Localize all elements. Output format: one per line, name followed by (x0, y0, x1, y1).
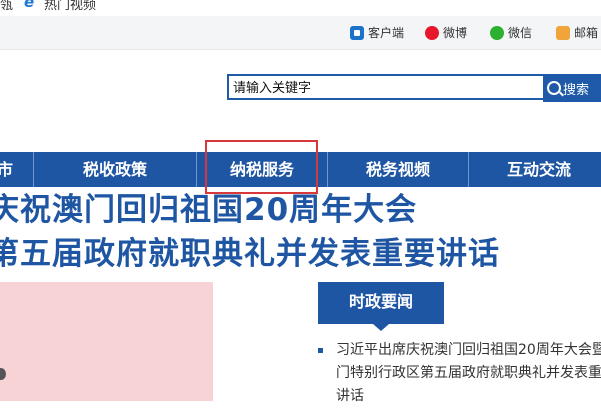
mail-icon (556, 26, 570, 40)
image-figure (0, 368, 6, 380)
search-button[interactable]: 搜索 (543, 74, 601, 102)
search-box (227, 74, 543, 100)
headline-line-1[interactable]: 庆祝澳门回归祖国20周年大会 (0, 192, 601, 228)
news-list-item[interactable]: 习近平出席庆祝澳门回归祖国20周年大会暨澳门特别行政区第五届政府就职典礼并发表重… (318, 339, 601, 408)
highlight-annotation-box (205, 140, 318, 194)
favorite-item-partial[interactable]: 瓴 (0, 0, 13, 13)
mail-label: 邮箱 (574, 26, 599, 40)
favorite-item-hot-video[interactable]: 热门视频 (44, 0, 96, 13)
news-item-text: 习近平出席庆祝澳门回归祖国20周年大会暨澳门特别行政区第五届政府就职典礼并发表重… (336, 342, 601, 404)
wechat-icon (490, 26, 504, 40)
nav-item-interaction[interactable]: 互动交流 (469, 152, 601, 187)
nav-item-tax-policy[interactable]: 税收政策 (34, 152, 196, 187)
section-tab-news[interactable]: 时政要闻 (318, 282, 444, 331)
client-app-icon (350, 26, 364, 40)
weibo-icon (425, 26, 439, 40)
search-icon (547, 81, 561, 95)
client-label: 客户端 (368, 26, 405, 40)
search-input[interactable] (233, 78, 533, 98)
weibo-label: 微博 (443, 26, 468, 40)
utility-bar: 客户端 微博 微信 邮箱 (0, 16, 601, 50)
search-button-label: 搜索 (563, 83, 590, 98)
news-image[interactable] (0, 282, 213, 401)
nav-item-partial[interactable]: 市 (0, 152, 20, 187)
headline-line-2[interactable]: 第五届政府就职典礼并发表重要讲话 (0, 236, 601, 272)
wechat-label: 微信 (508, 26, 533, 40)
nav-item-tax-video[interactable]: 税务视频 (328, 152, 468, 187)
browser-favorites-bar: 瓴 e 热门视频 (0, 0, 601, 17)
bullet-icon (318, 348, 323, 353)
ie-icon: e (24, 0, 35, 11)
